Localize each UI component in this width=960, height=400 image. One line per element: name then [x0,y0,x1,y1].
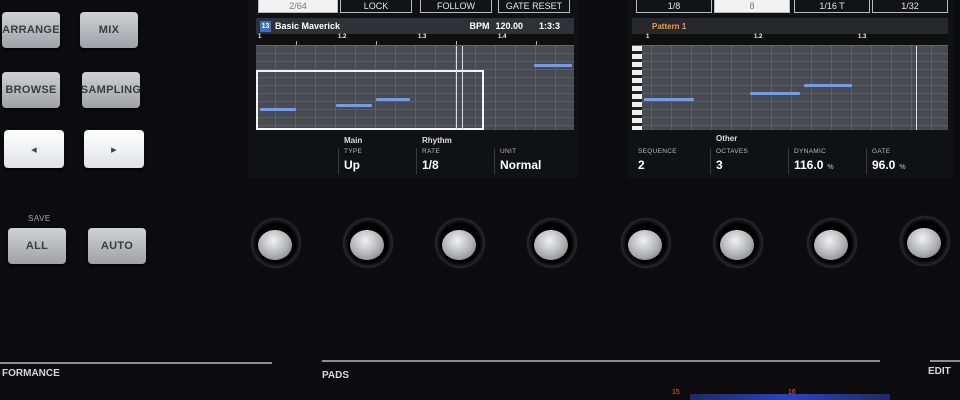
rate-1-8-button[interactable]: 1/8 [636,0,712,13]
param-octaves: OCTAVES 3 [716,148,749,172]
note[interactable] [750,92,800,95]
param-gate: GATE 96.0% [872,148,906,172]
param-sequence: SEQUENCE 2 [638,148,677,172]
arrow-left-icon: ◂ [31,143,37,156]
sound-title: Basic Maverick [275,21,341,31]
playhead [456,46,457,130]
performance-divider [0,362,272,364]
timeline-ruler: 1 1.2 1.3 1.4 [256,34,574,46]
performance-label: FORMANCE [2,368,60,379]
knob-7[interactable] [807,218,857,268]
arrow-right-icon: ▸ [111,143,117,156]
note[interactable] [804,84,852,87]
playhead [462,46,463,130]
save-all-button[interactable]: ALL [8,228,66,264]
mix-button[interactable]: MIX [80,12,138,48]
arrange-button[interactable]: ARRANGE [2,12,60,48]
browse-button[interactable]: BROWSE [2,72,60,108]
section-rhythm: Rhythm [422,136,452,145]
bpm-label: BPM [469,21,490,31]
rate-1-16t-button[interactable]: 1/16 T [794,0,870,13]
section-main: Main [344,136,363,145]
sampling-button[interactable]: SAMPLING [81,72,141,108]
playhead [916,46,917,130]
note[interactable] [644,98,694,101]
knob-1[interactable] [251,218,301,268]
gate-reset-button[interactable]: GATE RESET [498,0,570,13]
param-type: TYPE Up [344,148,363,172]
left-display: 2/64 LOCK FOLLOW GATE RESET 13 Basic Mav… [248,0,578,178]
edit-label: EDIT [928,366,951,377]
pads-divider [322,360,880,362]
prev-page-button[interactable]: ◂ [4,130,64,168]
note[interactable] [534,64,572,67]
save-caption: SAVE [28,214,51,223]
pattern-grid[interactable] [632,46,948,130]
piano-roll-grid[interactable] [256,46,574,130]
section-other: Other [716,134,738,143]
bpm-value: 120.00 [495,21,523,31]
pad-15-number: 15 [672,389,680,396]
ruler-mark: 1.3 [418,34,427,40]
pattern-ruler: 1 1.2 1.3 [632,34,948,46]
edit-divider [930,360,960,362]
knob-2[interactable] [343,218,393,268]
right-display: 1/8 8 1/16 T 1/32 Pattern 1 1 1.2 1.3 Ot… [628,0,953,178]
rate-1-32-button[interactable]: 1/32 [872,0,948,13]
pattern-titlebar: Pattern 1 [632,18,948,34]
ruler-mark: 1.2 [754,34,763,40]
ruler-mark: 1.3 [858,34,867,40]
param-unit: UNIT Normal [500,148,542,172]
knob-4[interactable] [527,218,577,268]
resolution-button[interactable]: 2/64 [258,0,338,13]
sound-titlebar: 13 Basic Maverick BPM 120.00 1:3:3 [256,18,574,34]
pattern-selection-box[interactable] [256,70,484,130]
knob-3[interactable] [435,218,485,268]
ruler-mark: 1.2 [338,34,347,40]
ruler-mark: 1 [258,34,262,40]
lock-button[interactable]: LOCK [340,0,412,13]
knob-8[interactable] [900,216,950,266]
param-dynamic: DYNAMIC 116.0% [794,148,834,172]
rate-8-button[interactable]: 8 [714,0,790,13]
save-auto-button[interactable]: AUTO [88,228,146,264]
group-badge: 13 [260,20,271,32]
pattern-title: Pattern 1 [652,21,687,31]
ruler-mark: 1.4 [498,34,507,40]
next-page-button[interactable]: ▸ [84,130,144,168]
pads-label: PADS [322,370,350,381]
song-position: 1:3:3 [538,21,560,31]
knob-6[interactable] [713,218,763,268]
follow-button[interactable]: FOLLOW [420,0,492,13]
param-rate: RATE 1/8 [422,148,441,172]
pad-glow [690,394,890,400]
ruler-mark: 1 [646,34,650,40]
knob-5[interactable] [621,218,671,268]
piano-keys[interactable] [632,46,642,130]
